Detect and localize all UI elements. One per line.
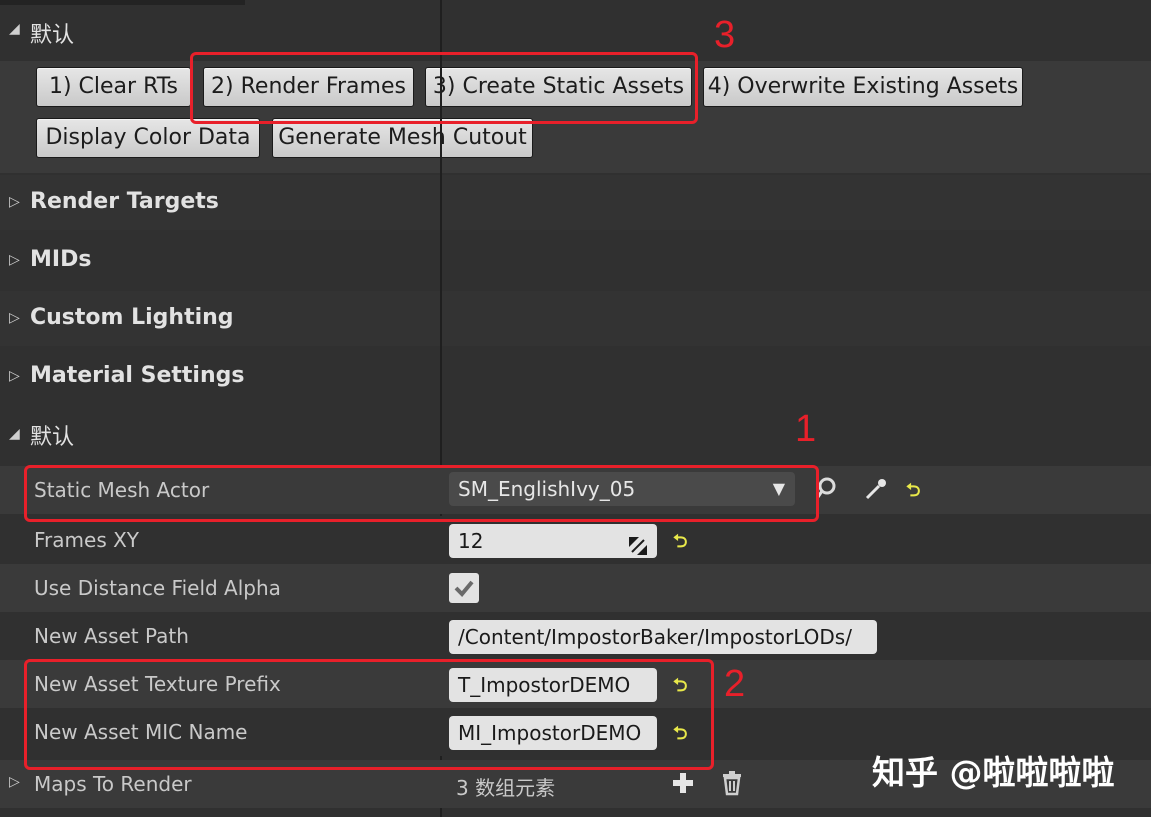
category-label: MIDs bbox=[30, 247, 92, 272]
property-label: New Asset Path bbox=[34, 624, 189, 648]
category-default-top[interactable]: ◢ 默认 bbox=[0, 5, 1151, 57]
reset-to-default-icon[interactable]: ⮌ bbox=[906, 478, 920, 508]
zhihu-watermark: 知乎 @啦啦啦啦 bbox=[872, 753, 1115, 792]
collapse-arrow-icon: ◢ bbox=[9, 21, 20, 37]
expand-arrow-icon[interactable]: ▷ bbox=[9, 774, 20, 790]
use-distance-field-alpha-checkbox[interactable] bbox=[449, 573, 479, 603]
category-custom-lighting[interactable]: ▷ Custom Lighting bbox=[0, 291, 1151, 346]
category-mids[interactable]: ▷ MIDs bbox=[0, 233, 1151, 288]
array-count-label: 3 数组元素 bbox=[456, 776, 556, 800]
property-label: Use Distance Field Alpha bbox=[34, 576, 281, 600]
category-label: Render Targets bbox=[30, 189, 219, 214]
delete-trash-icon[interactable] bbox=[720, 770, 744, 796]
display-color-data-button[interactable]: Display Color Data bbox=[36, 118, 260, 158]
category-label: Custom Lighting bbox=[30, 305, 234, 330]
field-value: 12 bbox=[458, 529, 484, 553]
expand-arrow-icon: ▷ bbox=[9, 252, 20, 268]
expand-arrow-icon: ▷ bbox=[9, 310, 20, 326]
annotation-box-2 bbox=[24, 659, 714, 770]
generate-mesh-cutout-button[interactable]: Generate Mesh Cutout bbox=[272, 118, 533, 158]
clear-rts-button[interactable]: 1) Clear RTs bbox=[36, 67, 191, 107]
checkmark-icon bbox=[454, 580, 474, 597]
eyedropper-icon[interactable] bbox=[863, 476, 889, 502]
category-material-settings[interactable]: ▷ Material Settings bbox=[0, 349, 1151, 404]
category-label: 默认 bbox=[30, 425, 75, 450]
overwrite-existing-assets-button[interactable]: 4) Overwrite Existing Assets bbox=[703, 67, 1023, 107]
annotation-number-1: 1 bbox=[795, 408, 817, 450]
category-render-targets[interactable]: ▷ Render Targets bbox=[0, 175, 1151, 230]
add-element-icon[interactable] bbox=[671, 771, 695, 795]
reset-to-default-icon[interactable]: ⮌ bbox=[673, 529, 687, 559]
expand-arrow-icon: ▷ bbox=[9, 368, 20, 384]
category-label: Material Settings bbox=[30, 363, 245, 388]
collapse-arrow-icon: ◢ bbox=[9, 426, 20, 442]
drag-resize-icon[interactable] bbox=[629, 531, 647, 555]
expand-arrow-icon: ▷ bbox=[9, 194, 20, 210]
frames-xy-number-field[interactable]: 12 bbox=[449, 524, 657, 558]
category-default-bottom[interactable]: ◢ 默认 bbox=[0, 407, 1151, 462]
annotation-box-1 bbox=[24, 465, 819, 522]
property-row-use-distance-field-alpha: Use Distance Field Alpha bbox=[0, 564, 1151, 612]
property-label: Frames XY bbox=[34, 528, 140, 552]
new-asset-path-input[interactable]: /Content/ImpostorBaker/ImpostorLODs/ bbox=[449, 620, 877, 654]
category-label: 默认 bbox=[30, 23, 75, 48]
annotation-number-2: 2 bbox=[724, 663, 746, 705]
annotation-number-3: 3 bbox=[714, 14, 736, 56]
annotation-box-3 bbox=[190, 52, 698, 124]
